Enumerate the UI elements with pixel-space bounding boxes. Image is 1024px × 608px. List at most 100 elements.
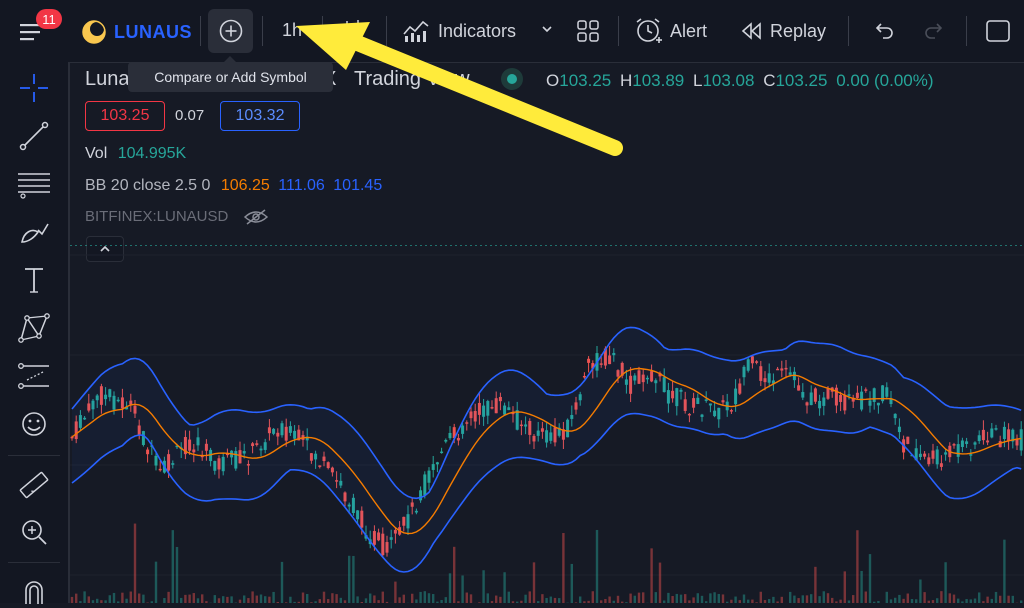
volume-bar xyxy=(75,594,77,603)
volume-bar xyxy=(839,600,841,603)
zoom-tool[interactable] xyxy=(16,514,52,550)
candle-body xyxy=(444,440,447,442)
volume-bar xyxy=(1012,596,1014,603)
volume-bar xyxy=(188,595,190,603)
square-icon xyxy=(985,18,1011,44)
indicators-label: Indicators xyxy=(438,21,516,42)
volume-bar xyxy=(365,598,367,603)
volume-bar xyxy=(230,596,232,603)
change-value: 0.00 (0.00%) xyxy=(836,71,933,90)
volume-bar xyxy=(818,596,820,603)
volume-bar xyxy=(260,594,262,603)
volume-bar xyxy=(487,593,489,603)
luna-logo-icon xyxy=(82,20,106,44)
volume-bar xyxy=(323,592,325,603)
text-icon xyxy=(18,264,50,296)
volume-bar xyxy=(751,600,753,603)
bollinger-upper: 111.06 xyxy=(278,177,325,194)
volume-bar xyxy=(638,593,640,603)
rewind-icon xyxy=(740,19,764,43)
measure-tool[interactable] xyxy=(16,467,52,503)
volume-bar xyxy=(121,593,123,603)
compare-symbol-tooltip: Compare or Add Symbol xyxy=(128,62,333,92)
volume-bar xyxy=(810,594,812,603)
trend-line-tool[interactable] xyxy=(16,118,52,154)
brush-tool[interactable] xyxy=(16,214,52,250)
pattern-tool[interactable] xyxy=(16,310,52,346)
volume-bar xyxy=(701,596,703,603)
volume-bar xyxy=(167,592,169,603)
volume-bar xyxy=(860,571,862,603)
volume-bar xyxy=(915,599,917,603)
volume-bar xyxy=(558,598,560,603)
undo-button[interactable] xyxy=(872,19,896,43)
open-label: O xyxy=(546,71,559,90)
volume-bar xyxy=(172,530,174,603)
replay-label: Replay xyxy=(770,21,826,42)
bollinger-label: BB 20 close 2.5 0 xyxy=(85,177,210,194)
volume-bar xyxy=(814,567,816,603)
text-tool[interactable] xyxy=(16,262,52,298)
icons-tool[interactable] xyxy=(16,406,52,442)
volume-bar xyxy=(256,596,258,603)
volume-bar xyxy=(331,593,333,603)
volume-bar xyxy=(986,597,988,603)
volume-bar xyxy=(264,596,266,603)
volume-bar xyxy=(88,596,90,603)
compare-symbol-legend[interactable]: BITFINEX:LUNAUSD xyxy=(85,208,269,226)
volume-bar xyxy=(428,593,430,603)
prediction-tool[interactable] xyxy=(16,358,52,394)
volume-bar xyxy=(96,599,98,603)
volume-bar xyxy=(222,596,224,603)
volume-bar xyxy=(1003,540,1005,603)
volume-bar xyxy=(398,597,400,603)
compare-symbol-label: BITFINEX:LUNAUSD xyxy=(85,208,228,225)
plus-circle-icon xyxy=(218,18,244,44)
volume-bar xyxy=(424,591,426,603)
fib-tool[interactable] xyxy=(16,166,52,202)
chart-type-button[interactable] xyxy=(340,18,366,44)
interval-button[interactable]: 1h xyxy=(282,20,302,41)
volume-bar xyxy=(734,597,736,603)
bollinger-legend[interactable]: BB 20 close 2.5 0 106.25 111.06 101.45 xyxy=(85,177,382,195)
volume-bar xyxy=(214,595,216,603)
volume-legend[interactable]: Vol 104.995K xyxy=(85,145,186,163)
volume-bar xyxy=(508,592,510,603)
eye-hidden-icon[interactable] xyxy=(243,208,269,226)
undo-icon xyxy=(872,19,896,43)
volume-bar xyxy=(995,592,997,603)
volume-bar xyxy=(722,594,724,603)
buy-price-box[interactable]: 103.32 xyxy=(220,101,300,131)
redo-button[interactable] xyxy=(922,19,946,43)
alert-button[interactable]: Alert xyxy=(634,16,707,46)
volume-bar xyxy=(125,599,127,603)
volume-bar xyxy=(667,593,669,603)
volume-bar xyxy=(184,595,186,603)
trend-line-icon xyxy=(18,120,50,152)
crosshair-tool[interactable] xyxy=(16,70,52,106)
volume-bar xyxy=(562,533,564,603)
divider xyxy=(386,16,387,46)
volume-bar xyxy=(634,596,636,603)
sell-price-box[interactable]: 103.25 xyxy=(85,101,165,131)
price-chart[interactable] xyxy=(70,245,1024,603)
volume-bar xyxy=(793,596,795,603)
volume-bar xyxy=(470,594,472,603)
fullscreen-button[interactable] xyxy=(985,18,1011,44)
volume-bar xyxy=(642,592,644,603)
volume-bar xyxy=(461,576,463,603)
indicators-dropdown[interactable] xyxy=(540,22,554,36)
layout-button[interactable] xyxy=(575,18,601,44)
volume-bar xyxy=(306,594,308,603)
replay-button[interactable]: Replay xyxy=(740,19,826,43)
volume-bar xyxy=(503,572,505,603)
volume-bar xyxy=(251,591,253,603)
volume-bar xyxy=(957,599,959,603)
indicators-button[interactable]: Indicators xyxy=(402,18,516,44)
candle-body xyxy=(423,474,426,495)
symbol-button[interactable]: LUNAUS xyxy=(82,18,192,46)
volume-bar xyxy=(272,592,274,603)
volume-bar xyxy=(676,594,678,603)
compare-add-symbol-button[interactable] xyxy=(208,9,253,53)
volume-label: Vol xyxy=(85,145,107,162)
